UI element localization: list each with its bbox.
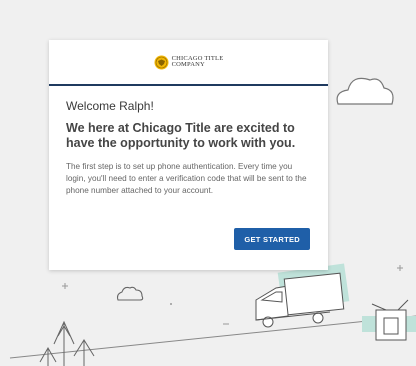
company-logo: CHICAGO TITLE COMPANY [154, 55, 224, 70]
card-header: CHICAGO TITLE COMPANY [49, 40, 328, 86]
cloud-icon [116, 286, 144, 301]
gift-box-illustration [362, 299, 416, 341]
logo-text: CHICAGO TITLE COMPANY [171, 54, 224, 68]
headline: We here at Chicago Title are excited to … [66, 121, 296, 150]
trees-decoration [39, 320, 95, 366]
welcome-card: CHICAGO TITLE COMPANY Welcome Ralph! We … [49, 40, 328, 270]
eagle-seal-icon [154, 55, 169, 69]
get-started-button[interactable]: GET STARTED [234, 228, 310, 250]
truck-illustration [255, 263, 350, 328]
description-text: The first step is to set up phone authen… [66, 162, 307, 195]
welcome-heading: Welcome Ralph! [66, 99, 154, 113]
cloud-icon [336, 77, 394, 105]
